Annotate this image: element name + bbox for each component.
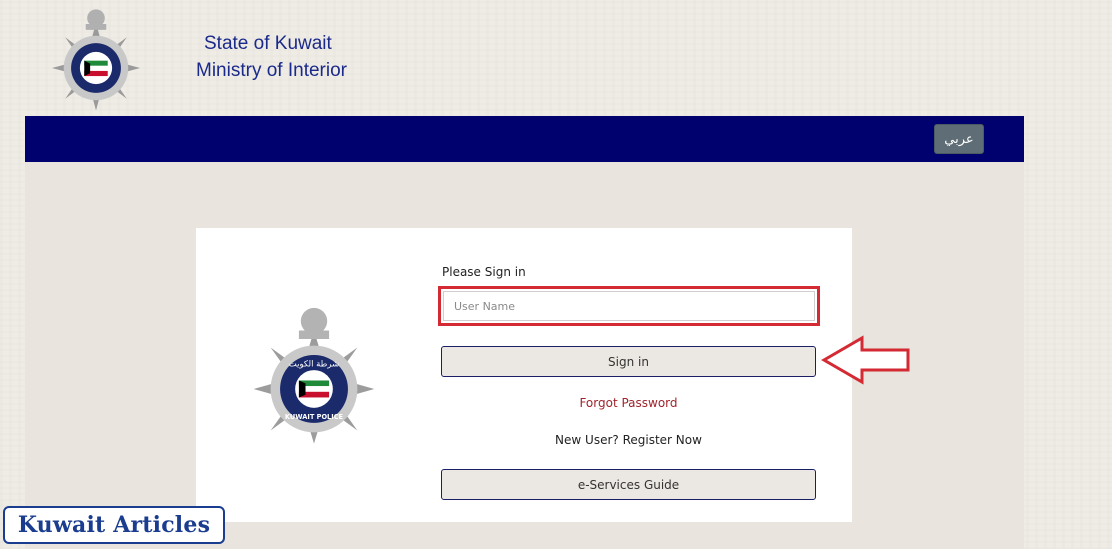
- kuwait-articles-watermark: Kuwait Articles: [3, 506, 225, 544]
- svg-text:شرطة الكويت: شرطة الكويت: [289, 358, 339, 368]
- signin-button[interactable]: Sign in: [441, 346, 816, 377]
- state-title: State of Kuwait: [204, 33, 332, 54]
- top-navbar: [25, 116, 1024, 162]
- eservices-guide-button[interactable]: e-Services Guide: [441, 469, 816, 500]
- highlight-annotation-box: [438, 286, 820, 326]
- left-arrow-annotation-icon: [821, 335, 910, 385]
- kuwait-police-emblem-icon: شرطة الكويت KUWAIT POLICE: [253, 307, 375, 444]
- header-titles: State of Kuwait Ministry of Interior: [196, 30, 347, 84]
- signin-heading: Please Sign in: [442, 265, 526, 279]
- arabic-language-button[interactable]: عربي: [934, 124, 984, 154]
- register-link[interactable]: New User? Register Now: [441, 433, 816, 447]
- kuwait-police-emblem-icon: [52, 9, 140, 111]
- forgot-password-link[interactable]: Forgot Password: [441, 396, 816, 410]
- ministry-title: Ministry of Interior: [196, 60, 347, 81]
- svg-text:KUWAIT POLICE: KUWAIT POLICE: [285, 413, 344, 421]
